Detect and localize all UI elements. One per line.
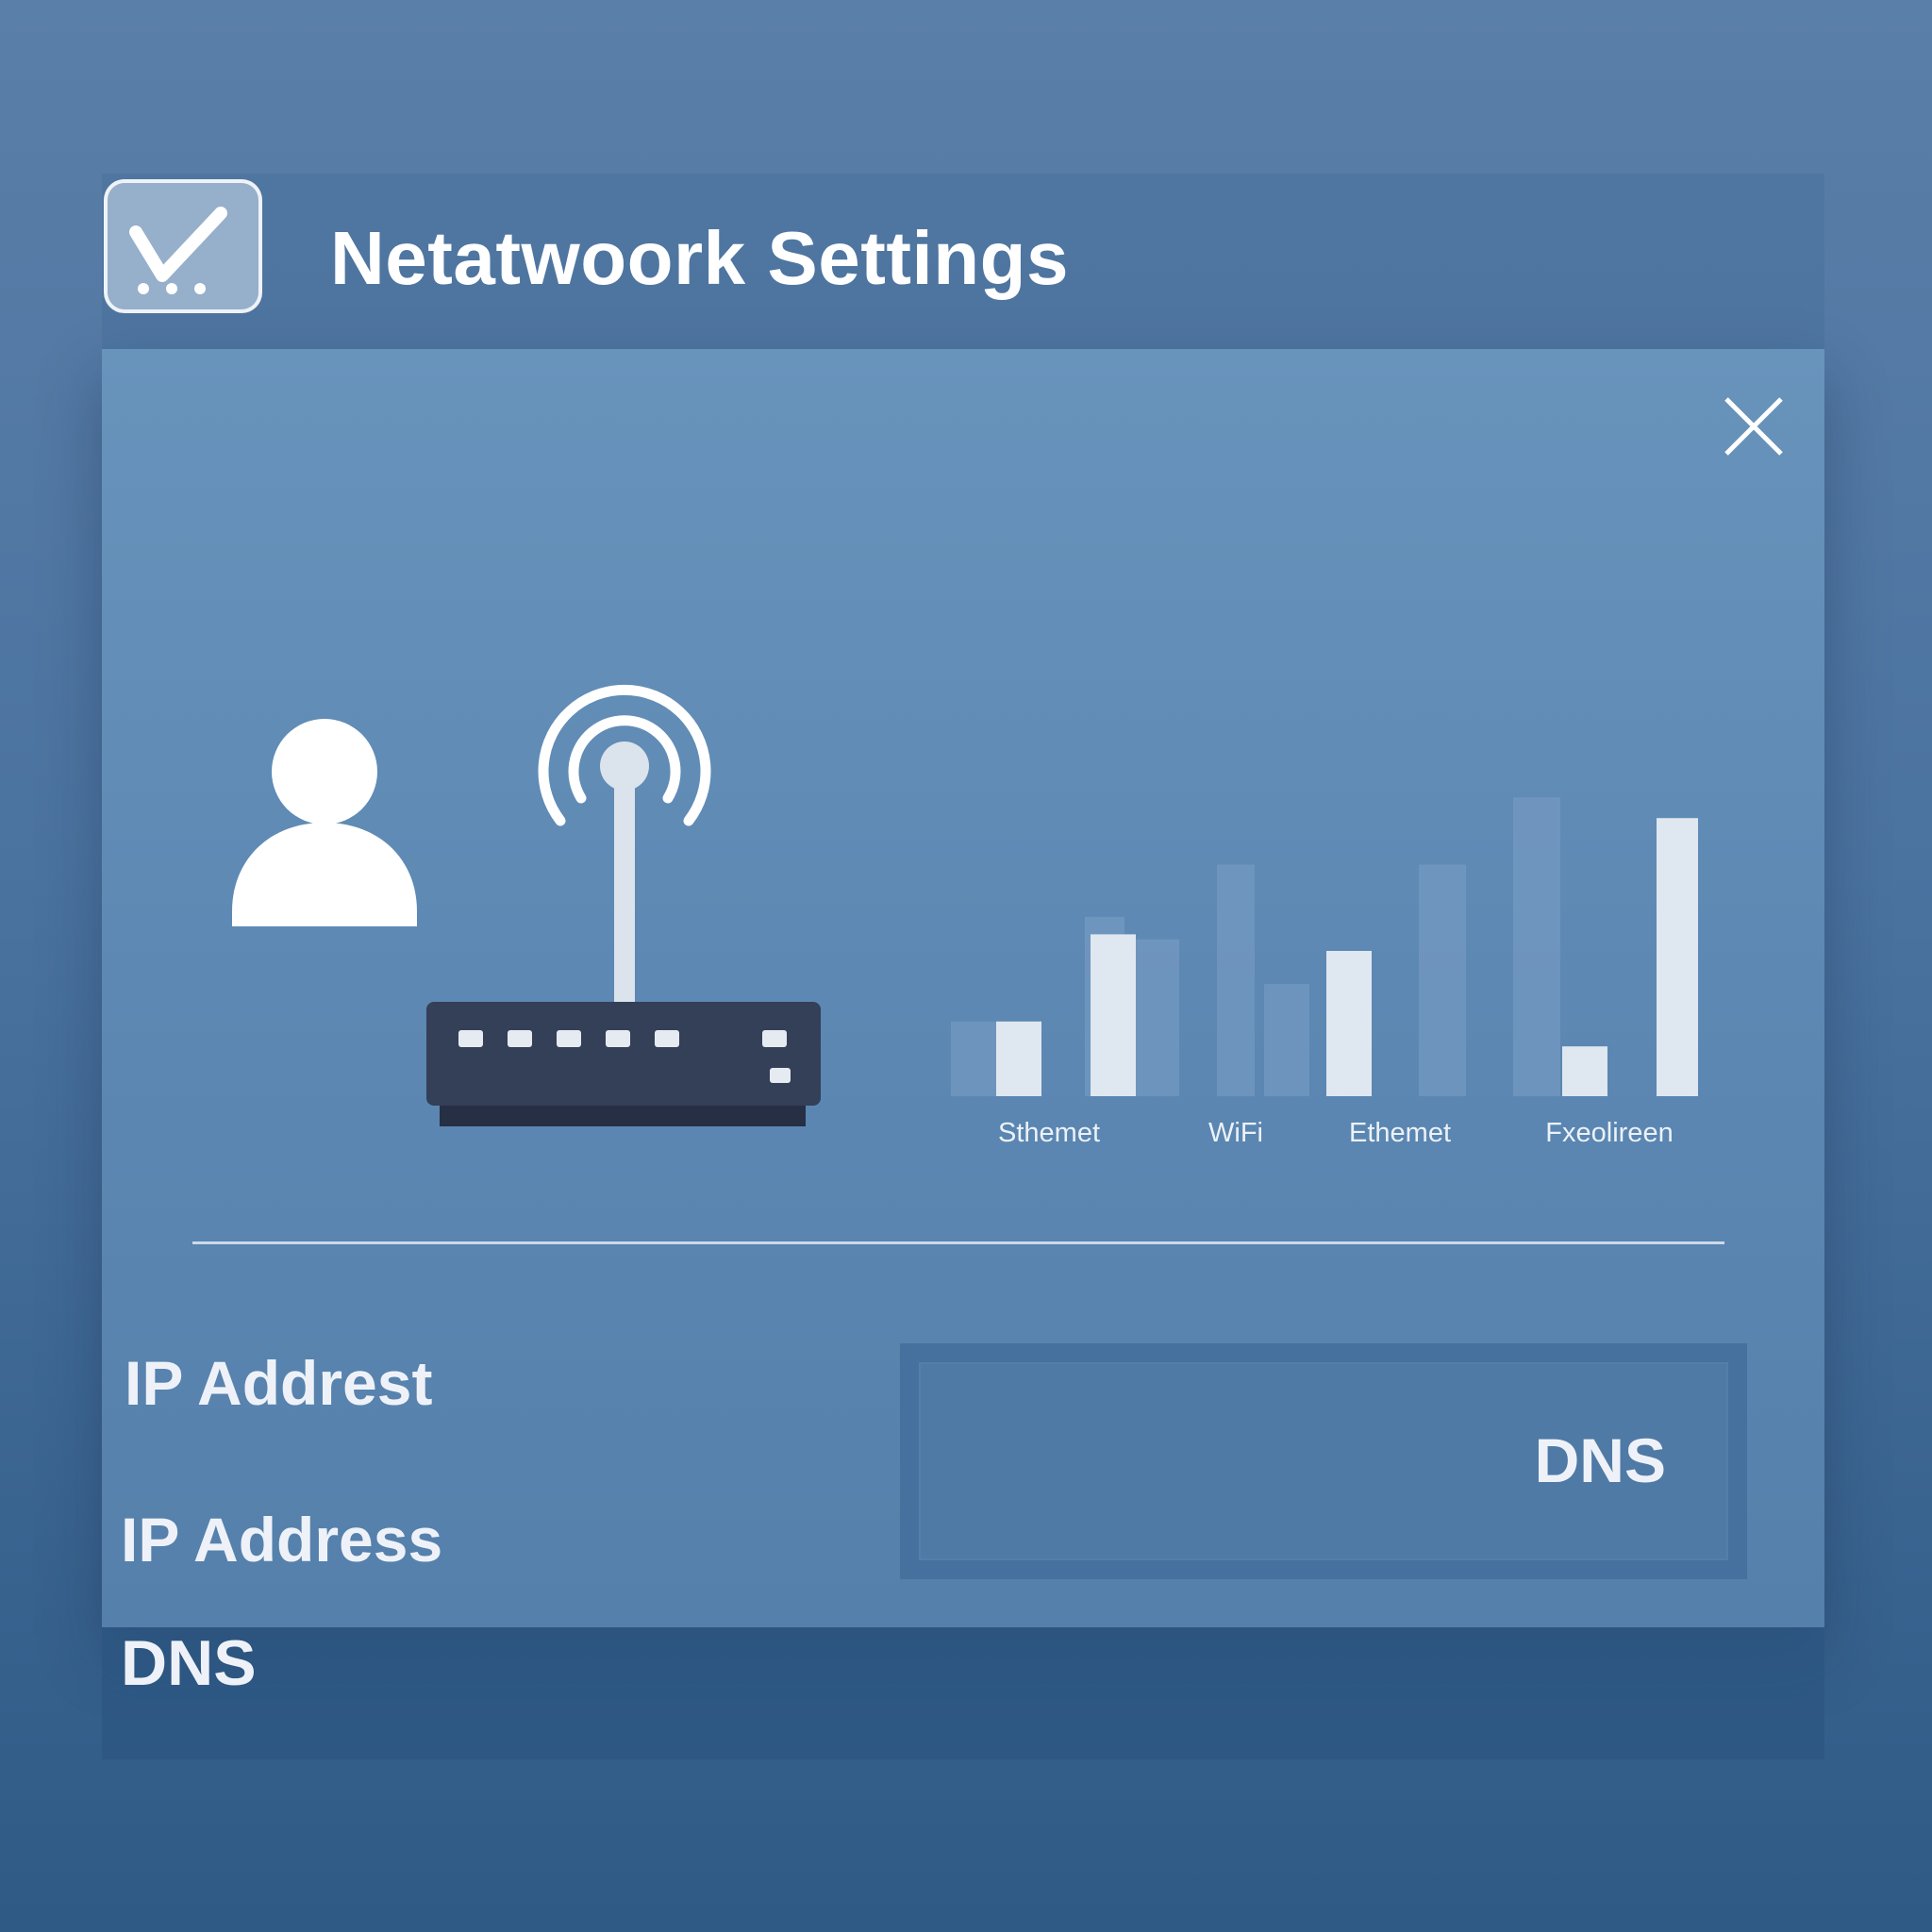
- ip-address-label: IP Addrest: [125, 1348, 433, 1418]
- close-icon[interactable]: [1715, 388, 1792, 465]
- chart-ghost-bar: [1513, 797, 1560, 1096]
- chart-ghost-bar: [1419, 864, 1466, 1096]
- dns-row: [102, 1627, 1824, 1759]
- chart-category-label: WiFi: [1208, 1118, 1263, 1148]
- checkmark-icon[interactable]: [104, 179, 262, 313]
- chart-ghost-bar: [1217, 864, 1255, 1096]
- section-divider: [192, 1241, 1724, 1244]
- router-icon: [423, 679, 828, 1137]
- chart-bar: [1091, 934, 1136, 1096]
- chart-bar: [1657, 818, 1698, 1096]
- chart-bar: [1326, 951, 1372, 1096]
- chart-category-label: Fxeolireen: [1545, 1118, 1673, 1148]
- user-icon: [230, 713, 419, 935]
- chart-bar: [996, 1021, 1041, 1096]
- ip-address-label-2: IP Address: [121, 1505, 443, 1574]
- window-title: Netatwoork Settings: [330, 216, 1069, 300]
- chart-category-label: Ethemet: [1349, 1118, 1451, 1148]
- dns-label: DNS: [121, 1627, 257, 1699]
- chart-category-label: Sthemet: [998, 1118, 1100, 1148]
- chart-ghost-bar: [1264, 984, 1309, 1096]
- network-chart: Sthemet WiFi Ethemet Fxeolireen: [951, 797, 1698, 1148]
- dns-input-label: DNS: [1534, 1425, 1666, 1495]
- dns-input[interactable]: DNS: [900, 1343, 1747, 1579]
- chart-ghost-bar: [951, 1021, 996, 1096]
- chart-bar: [1562, 1046, 1607, 1096]
- chart-ghost-bar: [1132, 939, 1179, 1096]
